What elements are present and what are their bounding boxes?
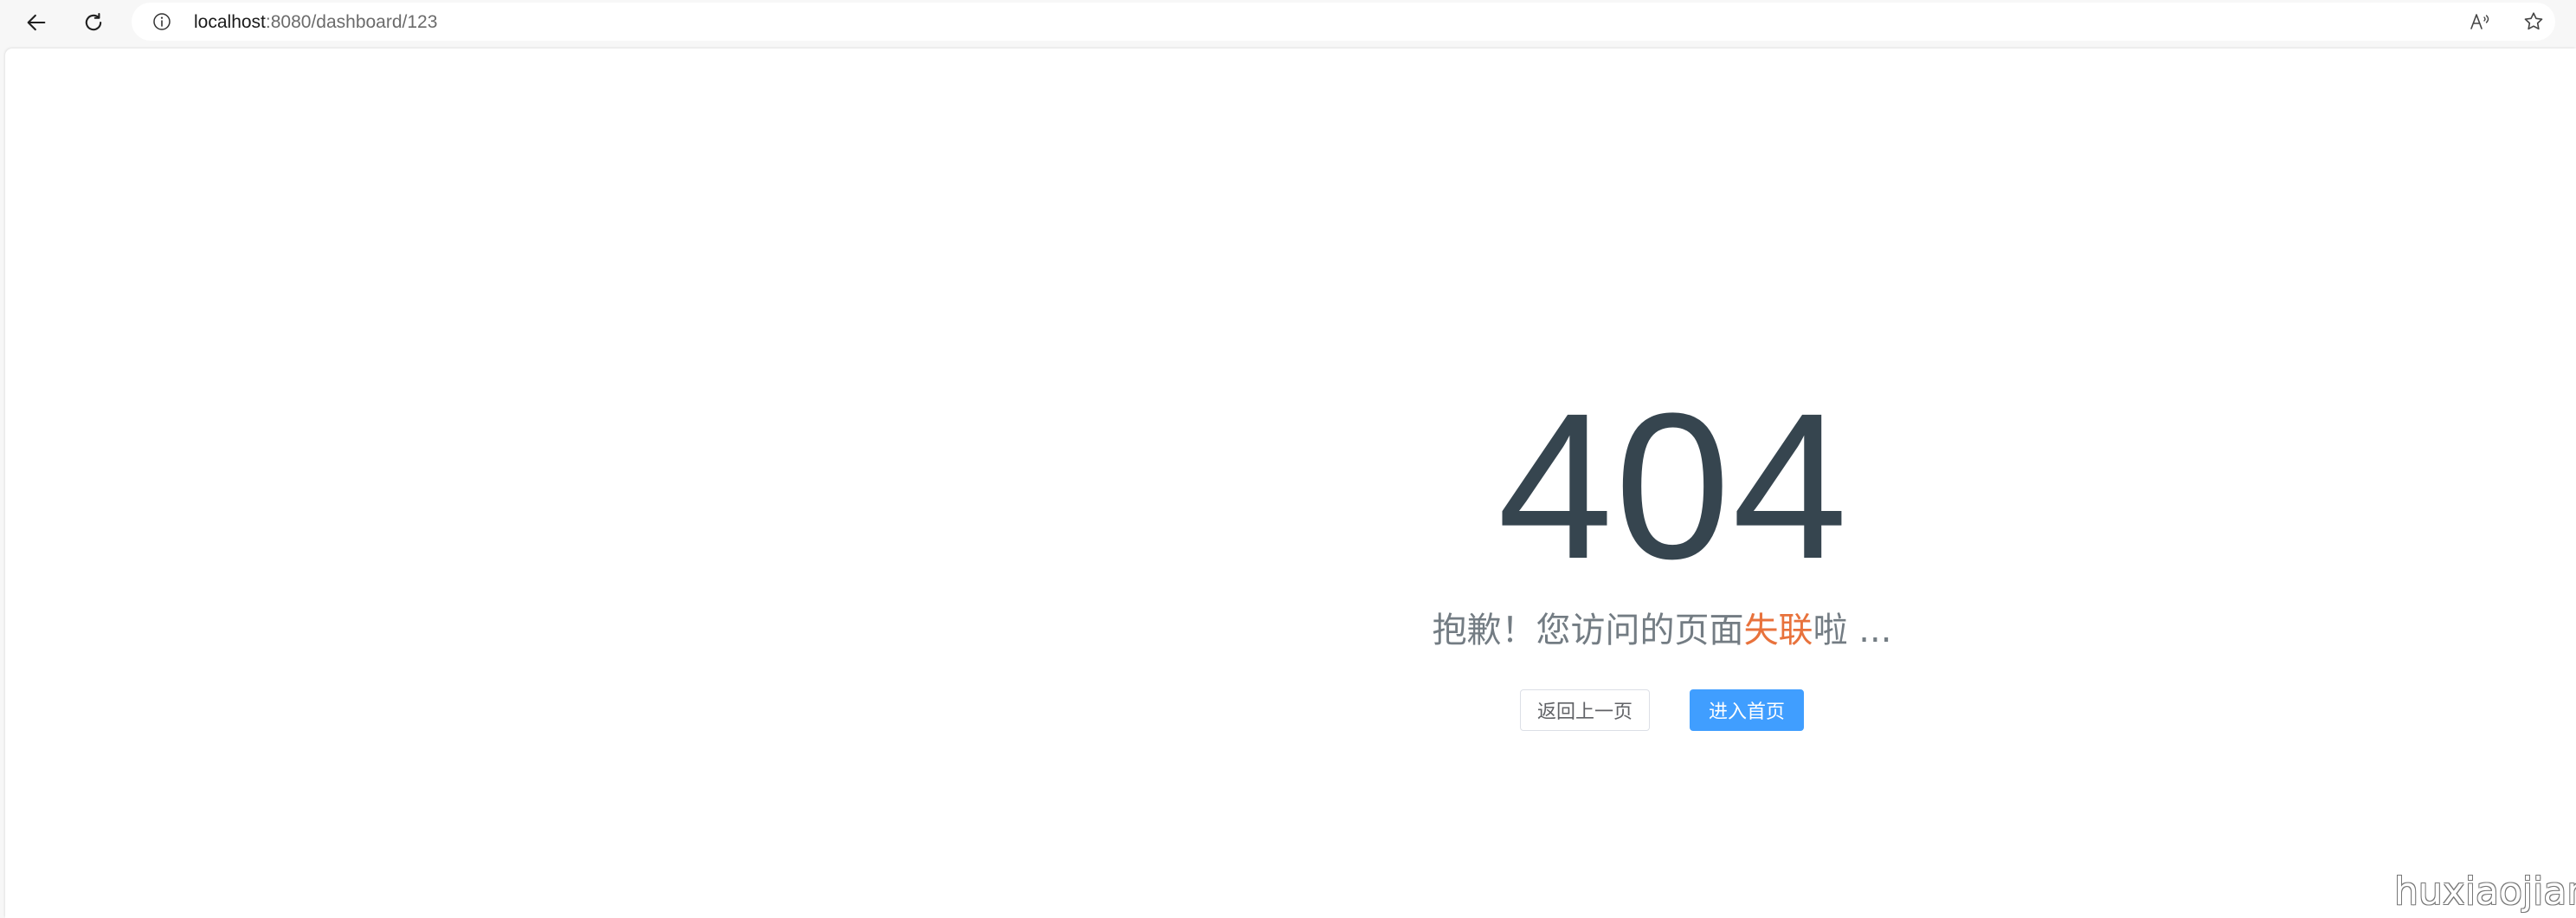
error-message-prefix: 抱歉！您访问的页面 <box>1432 611 1744 650</box>
info-icon <box>153 13 171 30</box>
back-button[interactable] <box>17 3 55 42</box>
error-message-suffix: 啦 ... <box>1813 611 1892 650</box>
error-message: 抱歉！您访问的页面失联啦 ... <box>1385 603 1939 658</box>
reload-icon <box>85 13 102 31</box>
page-viewport <box>5 48 2576 918</box>
favorite-button[interactable] <box>2522 10 2545 33</box>
read-aloud-button[interactable] <box>2469 10 2491 33</box>
url-path: :8080/dashboard/123 <box>265 12 438 32</box>
browser-toolbar: localhost:8080/dashboard/123 <box>0 0 2576 43</box>
go-back-button[interactable]: 返回上一页 <box>1520 689 1650 731</box>
address-bar[interactable]: localhost:8080/dashboard/123 <box>132 3 2555 41</box>
read-aloud-icon <box>2470 14 2489 29</box>
arrow-left-icon <box>27 14 46 31</box>
watermark: huxiaojian <box>2394 870 2576 914</box>
go-home-button[interactable]: 进入首页 <box>1690 689 1804 731</box>
url-host: localhost <box>194 12 266 32</box>
star-icon <box>2524 12 2543 30</box>
site-info-button[interactable] <box>151 10 173 33</box>
reload-button[interactable] <box>74 3 113 42</box>
error-message-highlight: 失联 <box>1743 611 1813 650</box>
url-text[interactable]: localhost:8080/dashboard/123 <box>194 12 437 33</box>
error-code-title: 404 <box>1497 370 1850 602</box>
